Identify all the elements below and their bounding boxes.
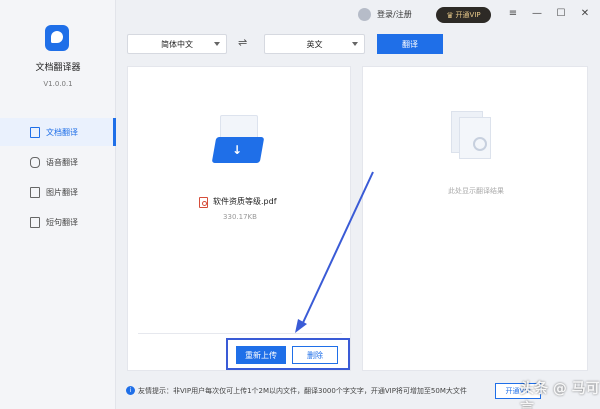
sidebar-item-image-translate[interactable]: 图片翻译 xyxy=(0,178,116,206)
title-bar: 登录/注册 ♛ 开通VIP ≡ — ☐ ✕ xyxy=(116,0,600,30)
swap-languages-icon[interactable]: ⇌ xyxy=(238,36,247,49)
target-language-value: 英文 xyxy=(306,39,323,49)
close-icon[interactable]: ✕ xyxy=(578,7,592,21)
login-link[interactable]: 登录/注册 xyxy=(377,9,412,20)
upload-file-icon: ↓ xyxy=(211,115,265,171)
chevron-down-icon xyxy=(214,42,220,46)
minimize-icon[interactable]: — xyxy=(530,7,544,21)
document-icon xyxy=(30,126,40,138)
open-vip-badge[interactable]: ♛ 开通VIP xyxy=(436,7,491,23)
maximize-icon[interactable]: ☐ xyxy=(554,7,568,21)
menu-icon[interactable]: ≡ xyxy=(506,7,520,21)
file-size: 330.17KB xyxy=(223,213,257,221)
app-name: 文档翻译器 xyxy=(35,63,81,73)
microphone-icon xyxy=(30,156,40,168)
divider xyxy=(138,333,342,334)
annotation-highlight-box xyxy=(226,338,350,370)
file-name: 软件资质等级.pdf xyxy=(213,197,277,206)
info-icon: i xyxy=(126,386,135,395)
avatar[interactable] xyxy=(358,8,371,21)
target-language-select[interactable]: 英文 xyxy=(264,34,365,54)
source-language-value: 简体中文 xyxy=(161,39,193,49)
image-icon xyxy=(30,186,40,198)
source-language-select[interactable]: 简体中文 xyxy=(127,34,227,54)
sidebar-item-label: 图片翻译 xyxy=(46,187,78,197)
sidebar-item-label: 语音翻译 xyxy=(46,157,78,167)
result-placeholder-icon xyxy=(451,111,499,171)
sidebar-item-sentence-translate[interactable]: 短句翻译 xyxy=(0,208,116,236)
source-file-panel: ↓ 软件资质等级.pdf 330.17KB xyxy=(127,66,351,371)
result-placeholder-text: 此处显示翻译结果 xyxy=(448,187,504,195)
watermark: 头条 @ 马可言 xyxy=(520,381,600,409)
text-icon xyxy=(30,216,40,228)
crown-icon: ♛ xyxy=(446,10,454,20)
translation-result-panel: 此处显示翻译结果 xyxy=(362,66,588,371)
vip-label: 开通VIP xyxy=(455,11,481,19)
app-logo-icon xyxy=(45,25,69,51)
sidebar-item-document-translate[interactable]: 文档翻译 xyxy=(0,118,116,146)
sidebar: 文档翻译器 V1.0.0.1 文档翻译 语音翻译 图片翻译 短句翻译 xyxy=(0,0,116,409)
translate-button[interactable]: 翻译 xyxy=(377,34,443,54)
pdf-icon xyxy=(199,197,208,208)
chevron-down-icon xyxy=(352,42,358,46)
app-version: V1.0.0.1 xyxy=(43,80,73,88)
sidebar-item-voice-translate[interactable]: 语音翻译 xyxy=(0,148,116,176)
sidebar-item-label: 文档翻译 xyxy=(46,127,78,137)
footer-tip: 友情提示：非VIP用户每次仅可上传1个2M以内文件，翻译3000个字文字，开通V… xyxy=(138,387,467,395)
sidebar-item-label: 短句翻译 xyxy=(46,217,78,227)
